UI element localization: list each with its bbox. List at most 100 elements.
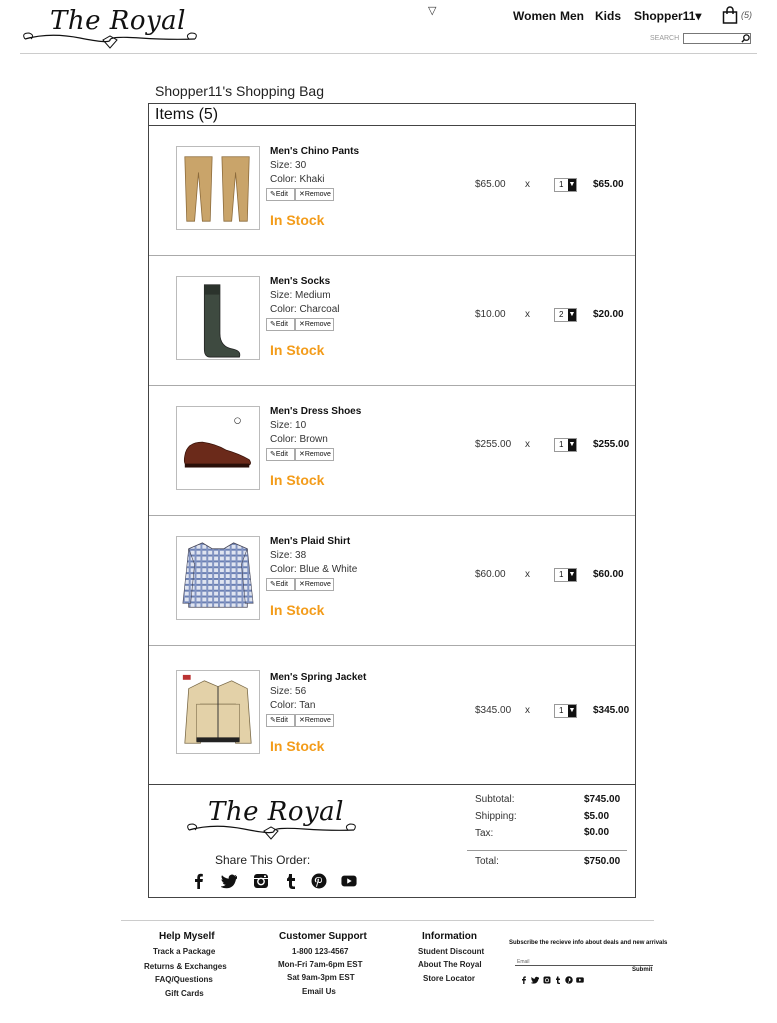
product-image[interactable] xyxy=(176,276,260,360)
socks-image xyxy=(203,284,241,358)
footer-link[interactable]: Store Locator xyxy=(423,974,475,983)
stock-status: In Stock xyxy=(270,738,325,754)
item-color: Color: Khaki xyxy=(270,174,325,185)
dropdown-triangle-icon[interactable]: ▽ xyxy=(428,4,436,17)
subtotal-value: $745.00 xyxy=(584,794,621,805)
footer-link[interactable]: FAQ/Questions xyxy=(155,975,213,984)
instagram-icon[interactable] xyxy=(253,873,269,889)
remove-button[interactable]: ✕Remove xyxy=(295,318,334,331)
stock-status: In Stock xyxy=(270,342,325,358)
times-sign: x xyxy=(525,705,530,716)
remove-button[interactable]: ✕Remove xyxy=(295,188,334,201)
twitter-icon[interactable] xyxy=(531,976,539,984)
footer-link[interactable]: Returns & Exchanges xyxy=(144,962,227,971)
item-size: Size: 56 xyxy=(270,686,307,697)
footer-help-title: Help Myself xyxy=(159,931,215,942)
total-label: Total: xyxy=(475,856,499,867)
item-name[interactable]: Men's Socks xyxy=(270,276,330,287)
edit-button[interactable]: ✎Edit xyxy=(266,188,295,201)
tumblr-icon[interactable] xyxy=(554,976,562,984)
quantity-select[interactable]: 1 ▼ xyxy=(554,178,577,192)
unit-price: $10.00 xyxy=(475,309,506,320)
tumblr-icon[interactable] xyxy=(283,873,299,889)
chevron-down-icon: ▼ xyxy=(568,569,576,581)
pinterest-icon[interactable] xyxy=(311,873,327,889)
item-name[interactable]: Men's Chino Pants xyxy=(270,146,359,157)
item-name[interactable]: Men's Plaid Shirt xyxy=(270,536,350,547)
times-sign: x xyxy=(525,179,530,190)
footer-divider xyxy=(121,920,654,921)
cart-item: Men's Chino Pants Size: 30 Color: Khaki … xyxy=(149,126,635,256)
facebook-icon[interactable] xyxy=(520,976,528,984)
twitter-icon[interactable] xyxy=(221,873,237,889)
site-header: The Royal ▽ Women Men Kids Shopper11▾ (5… xyxy=(0,0,777,54)
nav-men[interactable]: Men xyxy=(560,9,584,23)
item-name[interactable]: Men's Spring Jacket xyxy=(270,672,366,683)
edit-button[interactable]: ✎Edit xyxy=(266,448,295,461)
youtube-icon[interactable] xyxy=(576,976,584,984)
footer-link[interactable]: Track a Package xyxy=(153,947,215,956)
unit-price: $255.00 xyxy=(475,439,512,450)
footer-link[interactable]: About The Royal xyxy=(418,960,482,969)
quantity-select[interactable]: 1 ▼ xyxy=(554,438,577,452)
item-size: Size: 30 xyxy=(270,160,307,171)
footer-text: Mon-Fri 7am-6pm EST xyxy=(278,960,363,969)
nav-account[interactable]: Shopper11▾ xyxy=(634,9,701,23)
times-sign: x xyxy=(525,569,530,580)
product-image[interactable] xyxy=(176,670,260,754)
chevron-down-icon: ▼ xyxy=(568,179,576,191)
nav-kids[interactable]: Kids xyxy=(595,9,621,23)
quantity-select[interactable]: 1 ▼ xyxy=(554,568,577,582)
item-size: Size: Medium xyxy=(270,290,331,301)
tax-label: Tax: xyxy=(475,828,494,839)
edit-button[interactable]: ✎Edit xyxy=(266,578,295,591)
page-title: Shopper11's Shopping Bag xyxy=(155,83,324,99)
subscribe-text: Subscribe the recieve info about deals a… xyxy=(509,940,668,946)
search-label: SEARCH xyxy=(650,35,680,42)
edit-button[interactable]: ✎Edit xyxy=(266,714,295,727)
item-color: Color: Blue & White xyxy=(270,564,358,575)
chevron-down-icon: ▼ xyxy=(568,705,576,717)
shipping-label: Shipping: xyxy=(475,811,517,822)
quantity-select[interactable]: 2 ▼ xyxy=(554,308,577,322)
footer-link[interactable]: Gift Cards xyxy=(165,989,204,998)
product-image[interactable] xyxy=(176,406,260,490)
product-image[interactable] xyxy=(176,536,260,620)
unit-price: $60.00 xyxy=(475,569,506,580)
unit-price: $65.00 xyxy=(475,179,506,190)
instagram-icon[interactable] xyxy=(543,976,551,984)
remove-button[interactable]: ✕Remove xyxy=(295,714,334,727)
header-divider xyxy=(20,53,757,54)
edit-button[interactable]: ✎Edit xyxy=(266,318,295,331)
nav-women[interactable]: Women xyxy=(513,9,556,23)
email-field[interactable] xyxy=(515,965,653,966)
items-header: Items (5) xyxy=(149,104,635,126)
stock-status: In Stock xyxy=(270,212,325,228)
cart-item: Men's Plaid Shirt Size: 38 Color: Blue &… xyxy=(149,516,635,646)
remove-button[interactable]: ✕Remove xyxy=(295,578,334,591)
youtube-icon[interactable] xyxy=(341,873,357,889)
tax-value: $0.00 xyxy=(584,827,610,838)
pinterest-icon[interactable] xyxy=(565,976,573,984)
logo-flourish-icon xyxy=(23,32,197,49)
summary-divider xyxy=(467,850,627,851)
chevron-down-icon: ▼ xyxy=(568,439,576,451)
submit-button[interactable]: Submit xyxy=(632,967,652,973)
quantity-select[interactable]: 1 ▼ xyxy=(554,704,577,718)
footer-link[interactable]: Student Discount xyxy=(418,947,484,956)
share-label: Share This Order: xyxy=(215,853,311,867)
shipping-value: $5.00 xyxy=(584,811,610,822)
footer-text: Sat 9am-3pm EST xyxy=(287,973,355,982)
total-value: $750.00 xyxy=(584,856,621,867)
cart-item: Men's Spring Jacket Size: 56 Color: Tan … xyxy=(149,646,635,784)
shopping-bag-icon[interactable] xyxy=(722,6,738,24)
remove-button[interactable]: ✕Remove xyxy=(295,448,334,461)
facebook-icon[interactable] xyxy=(191,873,207,889)
chevron-down-icon: ▼ xyxy=(568,309,576,321)
search-icon[interactable] xyxy=(741,34,750,43)
item-name[interactable]: Men's Dress Shoes xyxy=(270,406,361,417)
logo[interactable]: The Royal xyxy=(20,4,200,50)
product-image[interactable] xyxy=(176,146,260,230)
footer-link[interactable]: Email Us xyxy=(302,987,336,996)
logo-flourish-icon xyxy=(187,823,356,840)
